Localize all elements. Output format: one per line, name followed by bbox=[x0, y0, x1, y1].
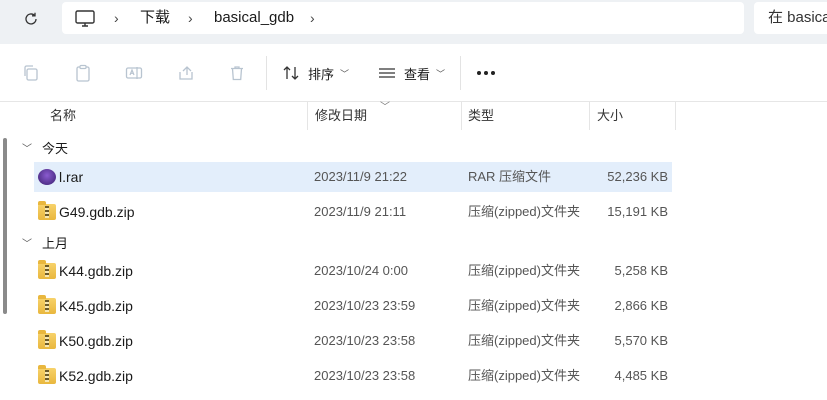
file-date: 2023/10/23 23:59 bbox=[314, 298, 416, 313]
address-box[interactable]: › 下载 › basical_gdb › bbox=[62, 2, 744, 34]
refresh-icon bbox=[25, 12, 37, 25]
file-row[interactable]: K50.gdb.zip 2023/10/23 23:58 压缩(zipped)文… bbox=[34, 326, 672, 356]
rename-icon bbox=[125, 67, 143, 79]
toolbar-divider bbox=[460, 56, 461, 90]
file-row[interactable]: K44.gdb.zip 2023/10/24 0:00 压缩(zipped)文件… bbox=[34, 256, 672, 286]
zip-folder-icon bbox=[38, 260, 56, 279]
group-label: 上月 bbox=[42, 235, 69, 251]
file-name: K52.gdb.zip bbox=[59, 368, 133, 384]
chevron-down-icon: ﹀ bbox=[340, 68, 350, 79]
file-type: 压缩(zipped)文件夹 bbox=[468, 263, 580, 278]
breadcrumb-downloads[interactable]: 下载 bbox=[140, 8, 170, 28]
file-date: 2023/10/24 0:00 bbox=[314, 263, 408, 278]
column-divider[interactable] bbox=[675, 102, 676, 130]
chevron-right-icon[interactable]: › bbox=[310, 10, 322, 26]
group-label: 今天 bbox=[42, 140, 69, 156]
sort-label: 排序 bbox=[308, 66, 335, 82]
view-label: 查看 bbox=[404, 66, 431, 82]
file-size: 5,570 KB bbox=[614, 333, 669, 348]
file-type: RAR 压缩文件 bbox=[468, 169, 552, 184]
delete-button[interactable] bbox=[226, 62, 248, 84]
file-name: K45.gdb.zip bbox=[59, 298, 133, 314]
more-dot-icon bbox=[477, 71, 481, 75]
toolbar-divider bbox=[266, 56, 267, 90]
column-divider[interactable] bbox=[461, 102, 462, 130]
sort-button[interactable]: 排序 ﹀ bbox=[282, 60, 349, 86]
file-date: 2023/11/9 21:22 bbox=[314, 169, 408, 184]
file-row[interactable]: K52.gdb.zip 2023/10/23 23:58 压缩(zipped)文… bbox=[34, 361, 672, 391]
file-size: 52,236 KB bbox=[607, 169, 668, 184]
column-divider[interactable] bbox=[307, 102, 308, 130]
file-date: 2023/10/23 23:58 bbox=[314, 368, 416, 383]
file-size: 4,485 KB bbox=[614, 368, 669, 383]
paste-button[interactable] bbox=[72, 62, 94, 84]
file-name: K44.gdb.zip bbox=[59, 263, 133, 279]
command-bar: 排序 ﹀ 查看 ﹀ bbox=[0, 44, 827, 102]
file-size: 2,866 KB bbox=[614, 298, 669, 313]
file-name: K50.gdb.zip bbox=[59, 333, 133, 349]
view-list-icon bbox=[379, 68, 395, 78]
chevron-down-icon: ﹀ bbox=[436, 68, 446, 79]
column-header-size[interactable]: 大小 bbox=[597, 102, 623, 130]
chevron-down-icon: ﹀ bbox=[22, 143, 32, 155]
more-dot-icon bbox=[484, 71, 488, 75]
search-box[interactable]: 在 basical_gdb 中搜索 bbox=[754, 2, 827, 34]
sort-icon bbox=[283, 66, 299, 80]
file-row[interactable]: G49.gdb.zip 2023/11/9 21:11 压缩(zipped)文件… bbox=[34, 197, 672, 227]
paste-icon bbox=[76, 64, 90, 82]
copy-icon bbox=[24, 65, 38, 81]
share-icon bbox=[179, 66, 193, 80]
file-size: 5,258 KB bbox=[614, 263, 669, 278]
chevron-right-icon[interactable]: › bbox=[114, 10, 126, 26]
group-header-last-month[interactable]: ﹀ 上月 bbox=[22, 231, 68, 253]
view-button[interactable]: 查看 ﹀ bbox=[378, 60, 445, 86]
zip-folder-icon bbox=[38, 295, 56, 314]
column-header-row: 名称 ﹀ 修改日期 类型 大小 bbox=[0, 102, 827, 130]
group-header-today[interactable]: ﹀ 今天 bbox=[22, 136, 68, 158]
file-type: 压缩(zipped)文件夹 bbox=[468, 333, 580, 348]
zip-folder-icon bbox=[38, 201, 56, 220]
chevron-down-icon: ﹀ bbox=[22, 238, 32, 250]
column-header-name[interactable]: 名称 bbox=[50, 102, 76, 130]
rar-icon bbox=[38, 169, 56, 185]
column-header-date[interactable]: 修改日期 bbox=[315, 102, 367, 130]
refresh-button[interactable] bbox=[16, 6, 46, 32]
share-button[interactable] bbox=[175, 62, 197, 84]
file-type: 压缩(zipped)文件夹 bbox=[468, 368, 580, 383]
file-type: 压缩(zipped)文件夹 bbox=[468, 204, 580, 219]
file-row[interactable]: l.rar 2023/11/9 21:22 RAR 压缩文件 52,236 KB bbox=[34, 162, 672, 192]
file-name: l.rar bbox=[59, 169, 84, 185]
file-date: 2023/11/9 21:11 bbox=[314, 204, 407, 219]
this-pc-icon[interactable] bbox=[74, 8, 96, 28]
file-row[interactable]: K45.gdb.zip 2023/10/23 23:59 压缩(zipped)文… bbox=[34, 291, 672, 321]
copy-button[interactable] bbox=[20, 62, 42, 84]
sort-indicator-icon: ﹀ bbox=[380, 102, 390, 113]
column-divider[interactable] bbox=[589, 102, 590, 130]
file-size: 15,191 KB bbox=[607, 204, 668, 219]
trash-icon bbox=[231, 66, 243, 81]
more-dot-icon bbox=[491, 71, 495, 75]
file-name: G49.gdb.zip bbox=[59, 204, 135, 220]
scrollbar-thumb[interactable] bbox=[3, 138, 7, 314]
zip-folder-icon bbox=[38, 330, 56, 349]
search-placeholder: 在 basical_gdb 中搜索 bbox=[768, 9, 827, 26]
file-type: 压缩(zipped)文件夹 bbox=[468, 298, 580, 313]
rename-button[interactable] bbox=[123, 62, 145, 84]
chevron-right-icon[interactable]: › bbox=[188, 10, 200, 26]
zip-folder-icon bbox=[38, 365, 56, 384]
address-bar-row: › 下载 › basical_gdb › 在 basical_gdb 中搜索 bbox=[0, 0, 827, 44]
breadcrumb-basical-gdb[interactable]: basical_gdb bbox=[214, 8, 294, 28]
column-header-type[interactable]: 类型 bbox=[468, 102, 494, 130]
file-date: 2023/10/23 23:58 bbox=[314, 333, 416, 348]
more-options-button[interactable] bbox=[474, 62, 498, 84]
